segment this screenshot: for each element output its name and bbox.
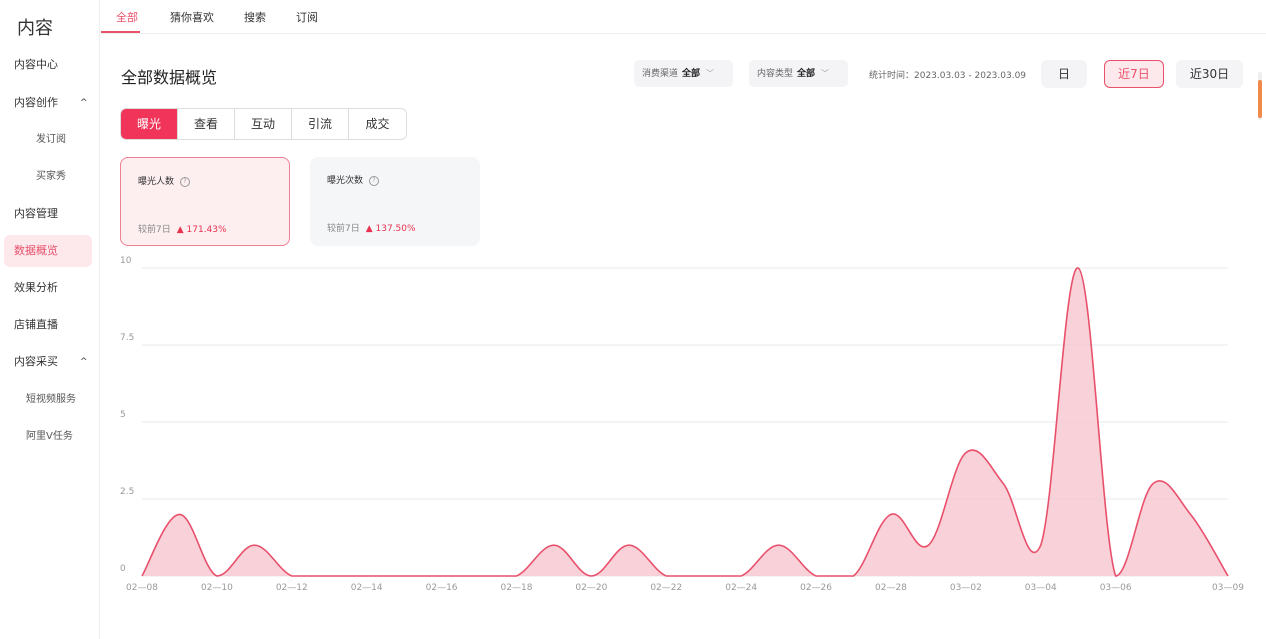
change-value: ▲ 171.43%: [176, 225, 227, 235]
y-tick-label: 0: [120, 564, 126, 574]
sidebar-item-label: 数据概览: [14, 244, 58, 257]
metric-tabs: 曝光 查看 互动 引流 成交: [120, 108, 407, 140]
sidebar-item-content-center[interactable]: 内容中心: [4, 49, 92, 81]
metric-tab-transaction[interactable]: 成交: [349, 109, 406, 139]
y-tick-label: 2.5: [120, 487, 134, 497]
consumption-channel-select[interactable]: 消费渠道 全部 ﹀: [634, 60, 733, 87]
card-compare: 较前7日 ▲ 137.50%: [327, 221, 416, 234]
sidebar-item-label: 效果分析: [14, 281, 58, 294]
filter-label: 消费渠道: [642, 69, 679, 79]
compare-label: 较前7日: [138, 225, 171, 235]
card-label-row: 曝光次数?: [327, 173, 380, 186]
exposure-count-card[interactable]: 曝光次数? 较前7日 ▲ 137.50%: [310, 157, 480, 246]
tab-all[interactable]: 全部: [116, 9, 138, 25]
x-tick-label: 02—20: [575, 583, 607, 593]
sidebar-item-content-creation[interactable]: 内容创作 ^: [4, 87, 92, 119]
sidebar-item-label: 阿里V任务: [26, 431, 73, 442]
help-icon[interactable]: ?: [369, 175, 380, 186]
tab-search[interactable]: 搜索: [244, 9, 266, 25]
sidebar-item-short-video-service[interactable]: 短视频服务: [4, 384, 92, 416]
range-day-button[interactable]: 日: [1041, 60, 1087, 88]
tab-guess-you-like[interactable]: 猜你喜欢: [170, 9, 214, 25]
x-tick-label: 02—24: [725, 583, 757, 593]
x-tick-label: 03—06: [1100, 583, 1132, 593]
x-tick-label: 03—04: [1025, 583, 1057, 593]
card-compare: 较前7日 ▲ 171.43%: [138, 222, 227, 235]
page-title: 全部数据概览: [121, 68, 218, 87]
active-tab-indicator: [101, 31, 140, 33]
metric-tab-view[interactable]: 查看: [178, 109, 235, 139]
sidebar-item-label: 内容中心: [14, 58, 58, 71]
content-type-select[interactable]: 内容类型 全部 ﹀: [749, 60, 848, 87]
x-tick-label: 03—02: [950, 583, 982, 593]
y-tick-label: 5: [120, 410, 126, 420]
scrollbar-thumb[interactable]: [1258, 80, 1262, 118]
x-tick-label: 02—22: [650, 583, 682, 593]
x-tick-label: 02—16: [426, 583, 458, 593]
sidebar: 内容 内容中心 内容创作 ^ 发订阅 买家秀 内容管理 数据概览 效果分析 店铺直…: [0, 0, 100, 639]
x-tick-label: 02—28: [875, 583, 907, 593]
chevron-down-icon: ﹀: [821, 69, 830, 78]
exposure-area-chart: 0 2.5 5 7.5 10 02—08 02—10 02—12 02—14 02—16 02—18…: [120, 256, 1244, 593]
sidebar-item-label: 内容管理: [14, 207, 58, 220]
sidebar-item-buyer-show[interactable]: 买家秀: [4, 161, 92, 193]
change-value: ▲ 137.50%: [365, 224, 416, 234]
sidebar-item-label: 内容采买: [14, 355, 58, 368]
x-tick-label: 02—12: [276, 583, 308, 593]
sidebar-item-store-live[interactable]: 店铺直播: [4, 309, 92, 341]
sidebar-item-content-management[interactable]: 内容管理: [4, 198, 92, 230]
sidebar-item-ali-v-task[interactable]: 阿里V任务: [4, 421, 92, 453]
tab-subscription[interactable]: 订阅: [296, 9, 318, 25]
sidebar-item-label: 买家秀: [36, 171, 66, 182]
card-label-row: 曝光人数?: [138, 174, 191, 187]
range-30-days-button[interactable]: 近30日: [1176, 60, 1243, 88]
y-tick-label: 10: [120, 256, 132, 266]
range-7-days-button[interactable]: 近7日: [1104, 60, 1164, 88]
chevron-up-icon: ^: [80, 357, 88, 367]
sidebar-item-data-overview[interactable]: 数据概览: [4, 235, 92, 267]
x-tick-label: 02—18: [501, 583, 533, 593]
card-label: 曝光人数: [138, 177, 175, 187]
sidebar-item-label: 内容创作: [14, 96, 58, 109]
sidebar-item-content-purchase[interactable]: 内容采买 ^: [4, 346, 92, 378]
chevron-up-icon: ^: [80, 98, 88, 108]
metric-tab-exposure[interactable]: 曝光: [121, 109, 178, 139]
x-tick-label: 02—10: [201, 583, 233, 593]
filter-label: 内容类型: [757, 69, 794, 79]
compare-label: 较前7日: [327, 224, 360, 234]
x-tick-label: 02—26: [800, 583, 832, 593]
sidebar-item-effect-analysis[interactable]: 效果分析: [4, 272, 92, 304]
stat-time-range: 统计时间：2023.03.03 - 2023.03.09: [869, 71, 1027, 81]
sidebar-item-label: 店铺直播: [14, 318, 58, 331]
chevron-down-icon: ﹀: [706, 69, 715, 78]
metric-tab-interaction[interactable]: 互动: [235, 109, 292, 139]
metric-tab-traffic[interactable]: 引流: [292, 109, 349, 139]
filter-value: 全部: [797, 69, 816, 79]
y-tick-label: 7.5: [120, 333, 134, 343]
sidebar-title: 内容: [17, 18, 53, 39]
x-tick-label: 02—14: [351, 583, 383, 593]
card-label: 曝光次数: [327, 176, 364, 186]
x-tick-label: 03—09: [1212, 583, 1244, 593]
top-tab-bar: [101, 0, 1266, 34]
sidebar-item-label: 短视频服务: [26, 394, 76, 405]
filter-value: 全部: [682, 69, 701, 79]
x-tick-label: 02—08: [126, 583, 158, 593]
sidebar-item-label: 发订阅: [36, 134, 66, 145]
sidebar-item-publish-subscription[interactable]: 发订阅: [4, 124, 92, 156]
exposure-users-card[interactable]: 曝光人数? 较前7日 ▲ 171.43%: [120, 157, 290, 246]
help-icon[interactable]: ?: [180, 176, 191, 187]
